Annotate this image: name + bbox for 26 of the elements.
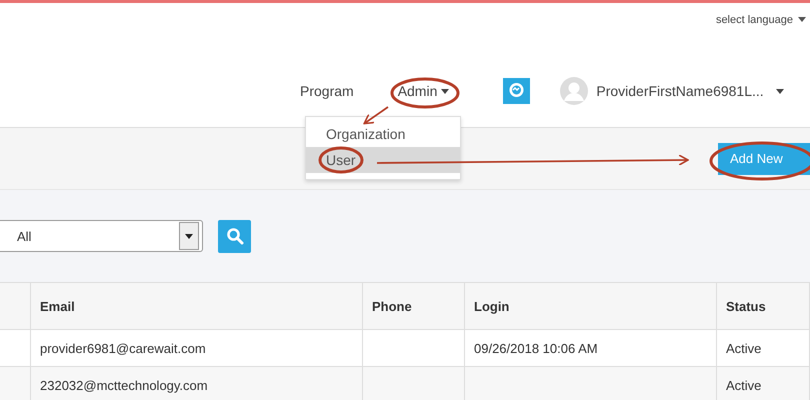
table-cell: provider6981@carewait.com bbox=[40, 340, 206, 356]
caret-icon bbox=[441, 88, 450, 94]
caret-icon bbox=[798, 17, 806, 22]
column-header[interactable]: Status bbox=[726, 298, 766, 314]
filter-select[interactable]: All bbox=[0, 220, 203, 252]
annotation-ellipse bbox=[318, 146, 364, 174]
table-cell: 09/26/2018 10:06 AM bbox=[474, 340, 598, 356]
user-name[interactable]: ProviderFirstName6981L... bbox=[596, 83, 764, 99]
nav-menu-item[interactable]: Admin bbox=[398, 83, 450, 99]
caret-icon bbox=[185, 234, 193, 238]
table-cell: 232032@mcttechnology.com bbox=[40, 378, 208, 392]
chat-icon[interactable] bbox=[503, 78, 530, 104]
language-selector[interactable]: select language bbox=[716, 12, 806, 27]
annotation-ellipse bbox=[390, 78, 460, 108]
avatar-icon bbox=[560, 77, 588, 105]
caret-icon[interactable] bbox=[776, 88, 784, 94]
table-cell: Active bbox=[726, 340, 762, 356]
annotation-arrow bbox=[363, 106, 389, 124]
nav-menu-item[interactable]: Program bbox=[300, 83, 354, 99]
menu-item[interactable]: Organization bbox=[306, 121, 460, 147]
column-header[interactable]: Login bbox=[474, 298, 510, 314]
search-button[interactable] bbox=[218, 220, 251, 252]
column-header[interactable]: Email bbox=[40, 298, 75, 314]
column-header[interactable]: Phone bbox=[372, 298, 412, 314]
search-icon bbox=[226, 227, 244, 245]
table-cell: Active bbox=[726, 378, 762, 392]
